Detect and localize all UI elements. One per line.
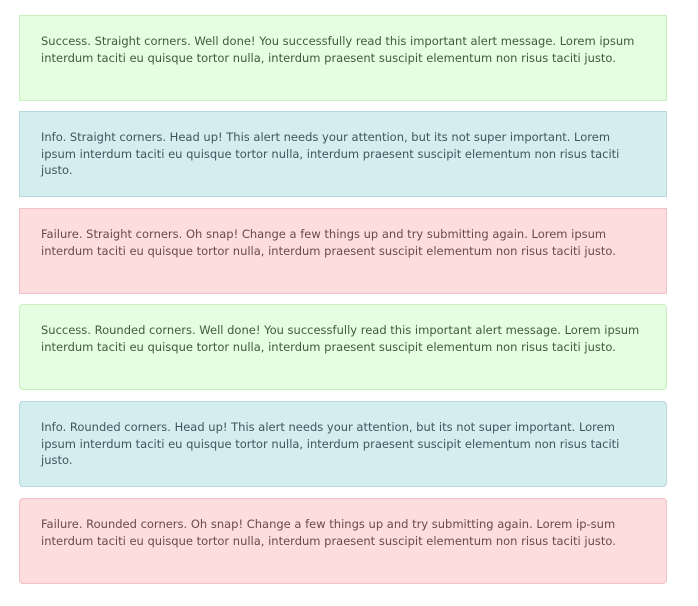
alert-message: Failure. Straight corners. Oh snap! Chan… <box>41 227 616 258</box>
alert-message: Success. Rounded corners. Well done! You… <box>41 323 640 354</box>
alert-message: Success. Straight corners. Well done! Yo… <box>41 34 635 65</box>
alert-success-straight: Success. Straight corners. Well done! Yo… <box>19 15 667 101</box>
alert-failure-straight: Failure. Straight corners. Oh snap! Chan… <box>19 208 667 294</box>
alert-failure-rounded: Failure. Rounded corners. Oh snap! Chang… <box>19 498 667 584</box>
alert-info-straight: Info. Straight corners. Head up! This al… <box>19 111 667 197</box>
alerts-container: Success. Straight corners. Well done! Yo… <box>0 0 698 606</box>
alert-info-rounded: Info. Rounded corners. Head up! This ale… <box>19 401 667 487</box>
alert-message: Failure. Rounded corners. Oh snap! Chang… <box>41 517 616 548</box>
alert-message: Info. Rounded corners. Head up! This ale… <box>41 420 620 467</box>
alert-success-rounded: Success. Rounded corners. Well done! You… <box>19 304 667 390</box>
alert-message: Info. Straight corners. Head up! This al… <box>41 130 620 177</box>
